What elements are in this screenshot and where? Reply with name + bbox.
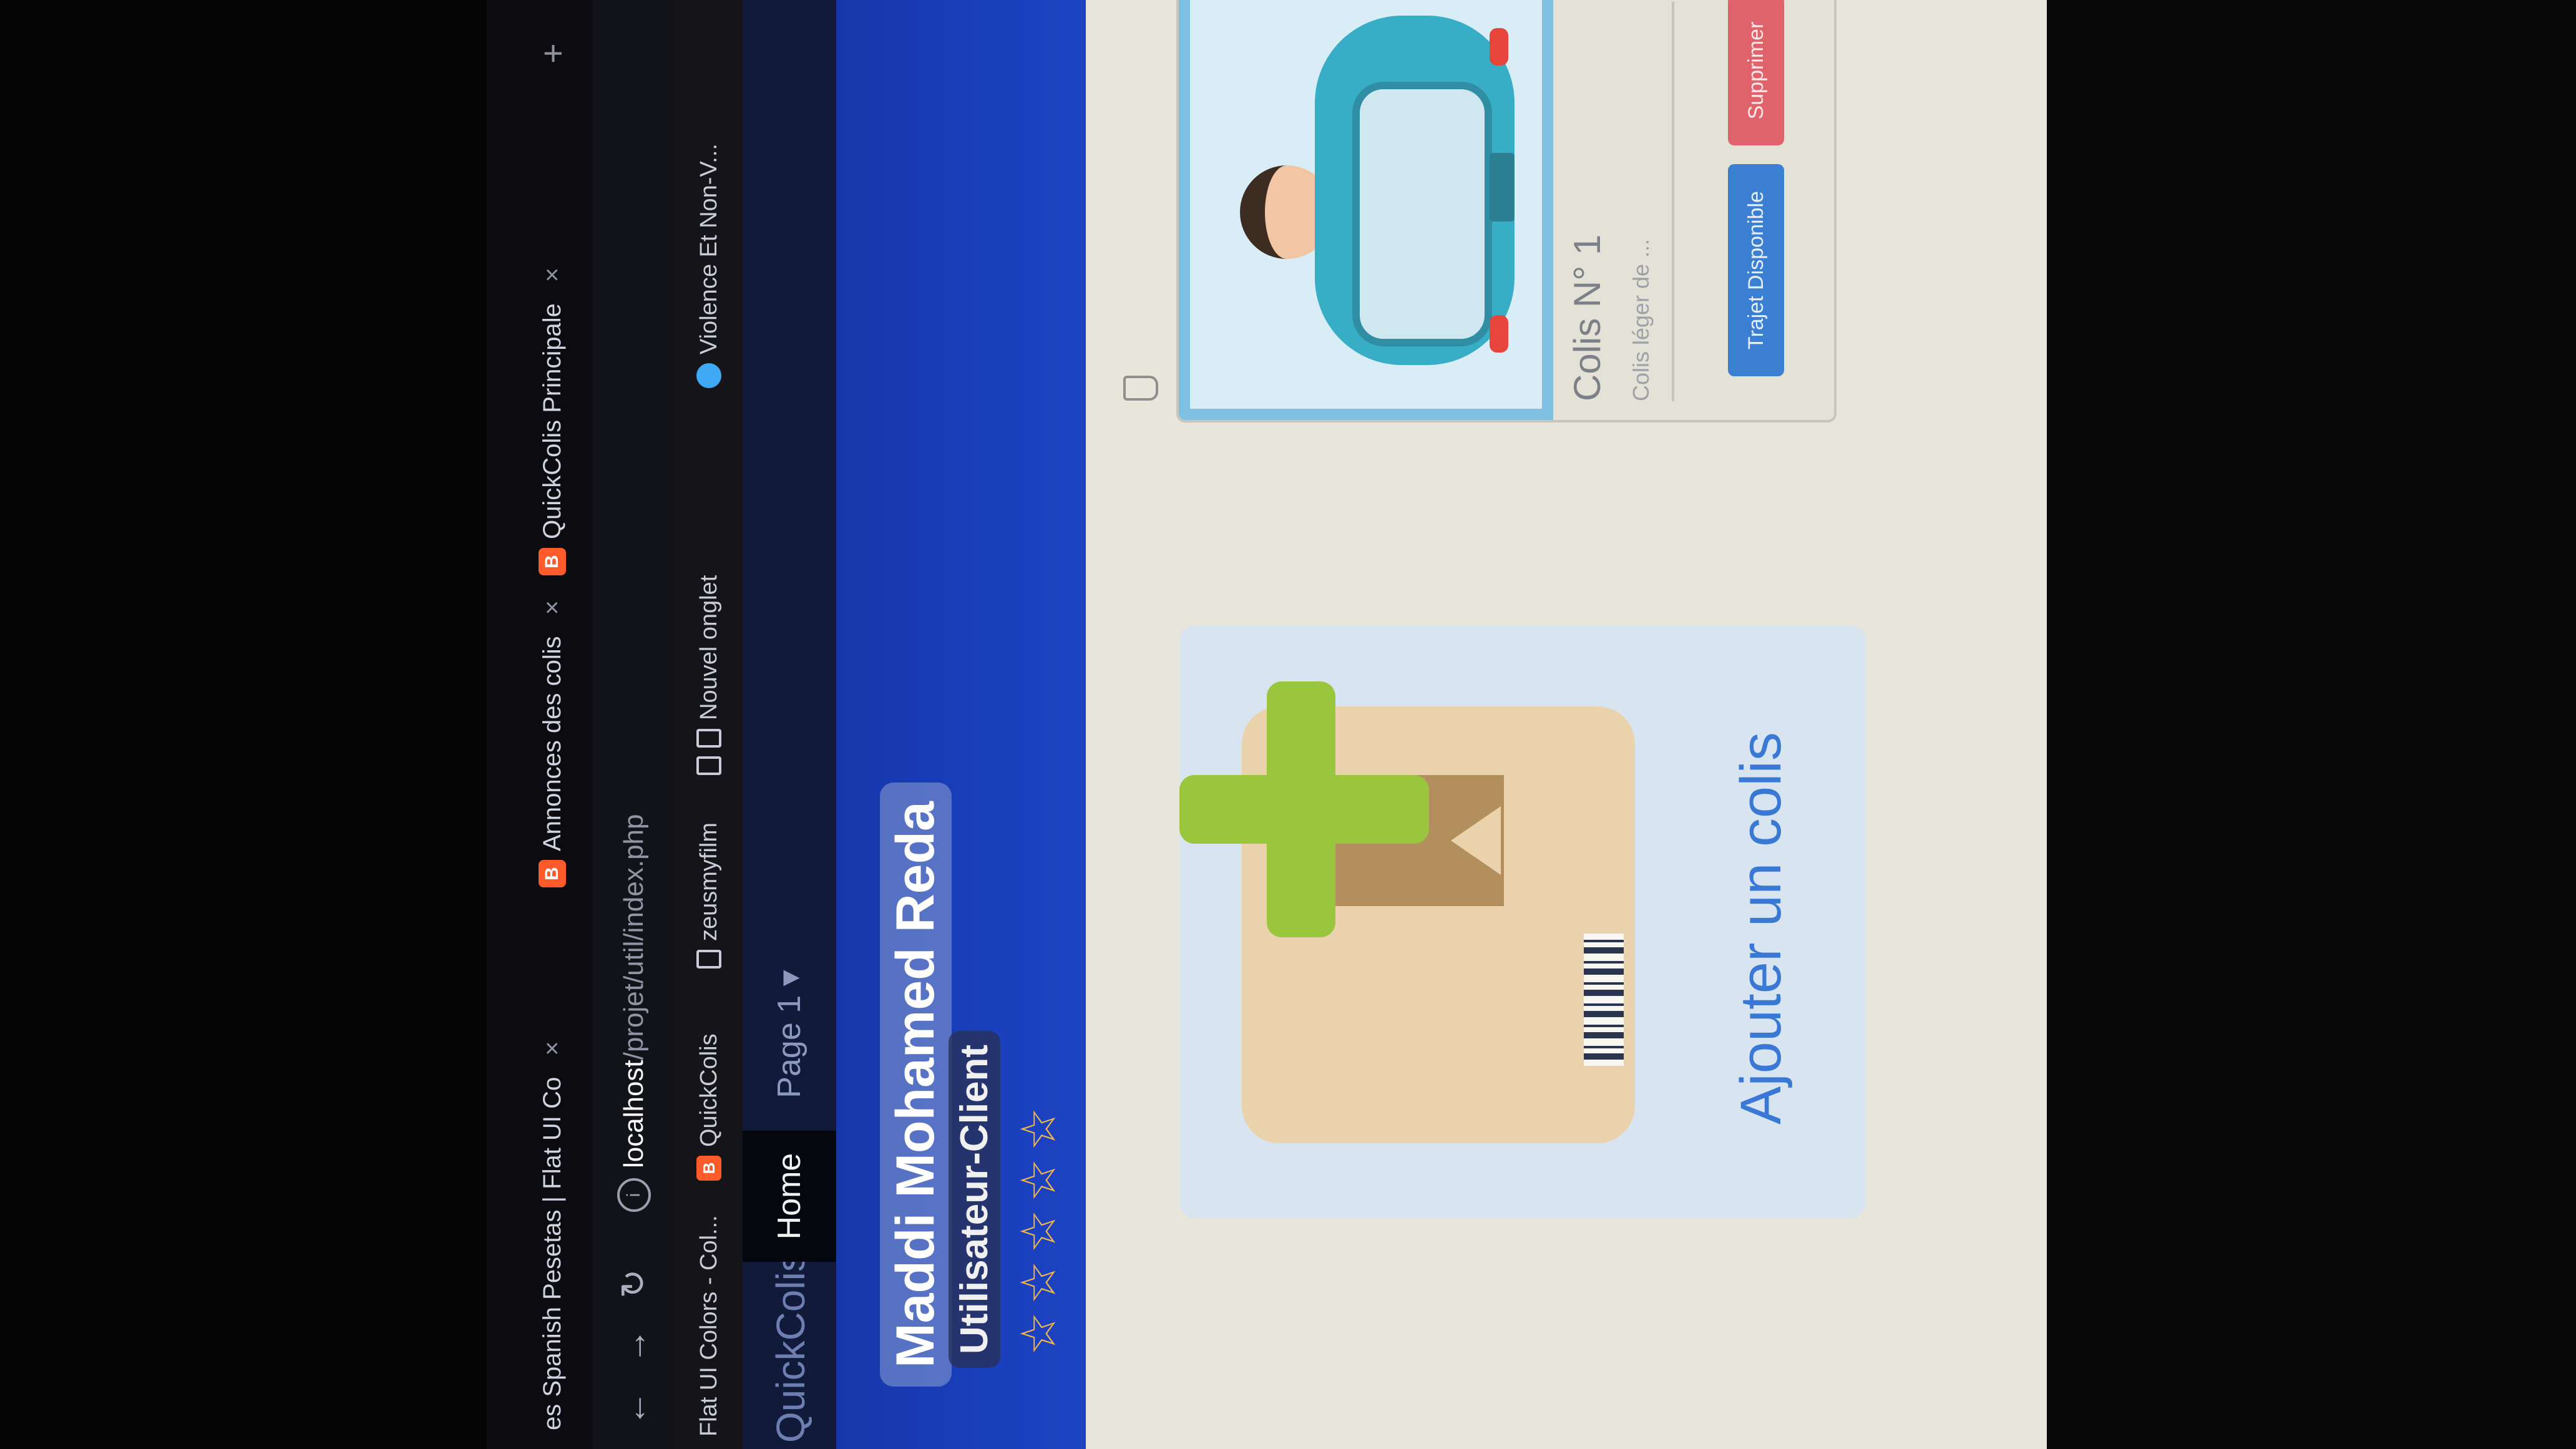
close-icon[interactable]: ×	[539, 268, 567, 282]
doc-icon	[696, 950, 721, 968]
bookmark-violence[interactable]: Violence Et Non-V...	[691, 144, 726, 388]
tab-label: QuickColis Principale	[538, 303, 566, 539]
nav-page-1-dropdown[interactable]: Page 1 ▾	[743, 944, 836, 1125]
url-field[interactable]: i localhost/projet/util/index.php	[615, 814, 653, 1212]
bookmark-label: zeusmyfilm	[695, 822, 722, 941]
bookmark-flat-ui[interactable]: Flat UI Colors - Col...	[691, 1215, 726, 1437]
main-content: Ajouter un colis Colis N° 1 Colis léger …	[1086, 0, 2047, 1449]
bookmark-label: QuickColis	[695, 1033, 722, 1147]
close-icon[interactable]: ×	[539, 1041, 567, 1055]
bookmark-quickcolis[interactable]: B QuickColis	[691, 1033, 726, 1181]
bookmark-zeusmyfilm[interactable]: zeusmyfilm	[691, 822, 726, 968]
box-tape-notch	[1451, 806, 1501, 875]
url-path: /projet/util/index.php	[618, 814, 649, 1060]
bookmark-nouvel-onglet[interactable]: Nouvel onglet	[691, 575, 726, 775]
new-tab-button[interactable]: +	[524, 43, 580, 64]
parcel-card: Colis N° 1 Colis léger de ... Trajet Dis…	[1176, 0, 1837, 422]
tab-label: Annonces des colis	[538, 636, 566, 851]
bookmark-label: Nouvel onglet	[695, 575, 722, 720]
photo-dark-area-left	[0, 0, 487, 1449]
blogger-icon: B	[696, 1156, 721, 1181]
car-light-left	[1490, 315, 1508, 353]
blogger-icon: B	[539, 860, 566, 887]
user-role-badge: Utilisateur-Client	[949, 1030, 1000, 1368]
star-icon[interactable]: ☆	[1011, 1158, 1066, 1202]
mouse-cursor-icon	[1123, 376, 1158, 401]
trajet-disponible-button[interactable]: Trajet Disponible	[1728, 164, 1784, 376]
back-arrow-icon[interactable]: ←	[612, 1387, 655, 1430]
app-navbar: QuickColis Home Page 1 ▾	[743, 0, 836, 1449]
add-parcel-link[interactable]: Ajouter un colis	[1729, 732, 1794, 1125]
star-icon[interactable]: ☆	[1011, 1209, 1066, 1253]
barcode-icon	[1573, 919, 1635, 1081]
add-parcel-card[interactable]: Ajouter un colis	[1179, 625, 1866, 1218]
parcel-title: Colis N° 1	[1566, 234, 1608, 401]
doc-icon	[696, 756, 721, 775]
parcel-description: Colis léger de ...	[1628, 238, 1654, 401]
profile-hero: Maddi Mohamed Reda Utilisateur-Client ☆ …	[836, 0, 1086, 1449]
blogger-icon: B	[539, 548, 566, 575]
tab-label: es Spanish Pesetas | Flat UI Co	[538, 1076, 566, 1430]
rotated-viewport: es Spanish Pesetas | Flat UI Co × B Anno…	[487, 0, 2047, 1449]
reload-icon[interactable]: ↻	[612, 1262, 655, 1305]
tab-strip: es Spanish Pesetas | Flat UI Co × B Anno…	[487, 0, 593, 1449]
user-name: Maddi Mohamed Reda	[880, 783, 952, 1387]
star-icon[interactable]: ☆	[1011, 1261, 1066, 1304]
forward-arrow-icon[interactable]: →	[612, 1324, 655, 1368]
monitor-screen: es Spanish Pesetas | Flat UI Co × B Anno…	[487, 0, 2047, 1449]
bookmarks-bar: Flat UI Colors - Col... B QuickColis zeu…	[674, 0, 743, 1449]
url-host: localhost	[618, 1060, 649, 1168]
tab-quickcolis[interactable]: B QuickColis Principale ×	[524, 268, 580, 575]
car-windshield	[1352, 82, 1492, 346]
star-icon[interactable]: ☆	[1011, 1107, 1066, 1151]
car-light-right	[1490, 28, 1508, 66]
bookmark-label: Flat UI Colors - Col...	[695, 1215, 722, 1437]
address-bar: ← → ↻ i localhost/projet/util/index.php	[593, 0, 674, 1449]
supprimer-button[interactable]: Supprimer	[1728, 0, 1784, 145]
car-plate	[1490, 153, 1515, 222]
tab-annonces[interactable]: B Annonces des colis ×	[524, 600, 580, 887]
close-icon[interactable]: ×	[539, 600, 567, 615]
nav-home[interactable]: Home	[743, 1131, 836, 1262]
divider	[1672, 2, 1674, 401]
brand-logo[interactable]: QuickColis	[768, 1252, 814, 1443]
info-icon[interactable]: i	[617, 1178, 651, 1212]
doc-icon	[696, 729, 721, 748]
tab-flat-ui[interactable]: es Spanish Pesetas | Flat UI Co ×	[524, 1041, 580, 1430]
car-illustration	[1179, 0, 1553, 420]
rating-stars: ☆ ☆ ☆ ☆ ☆	[1011, 1107, 1066, 1355]
plus-icon-horizontal	[1267, 681, 1335, 937]
globe-icon	[696, 363, 721, 388]
star-icon[interactable]: ☆	[1011, 1312, 1066, 1355]
bookmark-label: Violence Et Non-V...	[695, 144, 722, 354]
photo-dark-area-right	[2047, 0, 2576, 1449]
